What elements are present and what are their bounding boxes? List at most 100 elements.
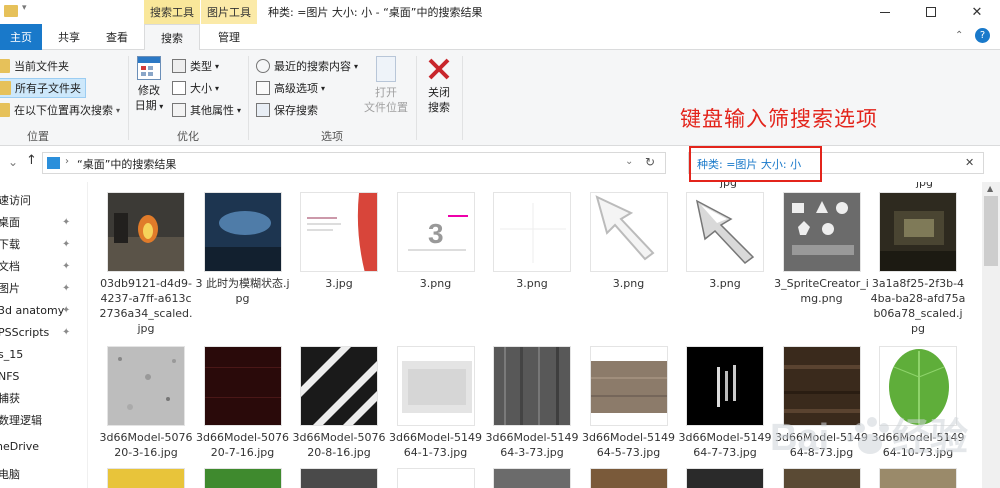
size-icon	[172, 81, 186, 95]
open-file-location-button[interactable]: 打开 文件位置	[362, 56, 410, 115]
kind-label: 类型	[190, 60, 212, 73]
file-thumbnail[interactable]	[686, 468, 764, 488]
file-thumbnail[interactable]	[203, 468, 282, 488]
thumbnail-art	[108, 193, 184, 271]
recent-searches-label: 最近的搜索内容	[274, 60, 351, 73]
file-thumbnail[interactable]	[493, 468, 571, 488]
nav-item[interactable]: 数理逻辑	[0, 410, 87, 432]
address-dropdown-icon[interactable]: ⌄	[625, 156, 633, 167]
size-button[interactable]: 大小 ▾	[172, 78, 219, 98]
context-tab-search-tools[interactable]: 搜索工具	[144, 0, 200, 24]
file-thumbnail[interactable]	[782, 468, 861, 488]
nav-item-label: 桌面	[0, 216, 20, 229]
clear-search-icon[interactable]: ✕	[965, 156, 974, 169]
group-label-location: 位置	[27, 130, 49, 143]
file-thumbnail	[589, 346, 668, 426]
pin-icon: ✦	[62, 239, 71, 250]
nav-item[interactable]: neDrive	[0, 436, 87, 458]
nav-item[interactable]: 图片 ✦	[0, 278, 87, 300]
current-folder-button[interactable]: 当前文件夹	[0, 56, 69, 76]
address-bar[interactable]: › “桌面”中的搜索结果 ⌄ ↻	[42, 152, 666, 174]
title-bar: ▾ 搜索工具 图片工具 种类: =图片 大小: 小 - “桌面”中的搜索结果 ✕	[0, 0, 1000, 24]
folder-search-icon	[0, 103, 10, 117]
save-search-button[interactable]: 保存搜索	[256, 100, 318, 120]
nav-item-label: NFS	[0, 370, 20, 383]
minimize-icon	[880, 11, 890, 13]
nav-item-label: 数理逻辑	[0, 414, 42, 427]
file-name: 3.png	[516, 277, 548, 290]
breadcrumb-chevron-icon: ›	[65, 156, 69, 167]
scroll-up-icon[interactable]: ▲	[987, 184, 993, 193]
file-name: 3.png	[419, 277, 452, 290]
tab-share[interactable]: 共享	[46, 24, 92, 50]
file-name: 3d66Model-514964-3-73.jpg	[485, 431, 579, 459]
file-name: 3.png	[709, 277, 741, 290]
recent-locations-chevron-icon[interactable]: ⌄	[8, 155, 18, 169]
nav-item[interactable]: 捕获	[0, 388, 87, 410]
tab-view[interactable]: 查看	[94, 24, 140, 50]
nav-item[interactable]: 3d anatomy ✦	[0, 300, 87, 322]
close-search-label-2: 搜索	[428, 101, 450, 114]
file-thumbnail[interactable]	[589, 468, 668, 488]
file-name: 3d66Model-507620-7-16.jpg	[196, 431, 289, 459]
search-again-in-button[interactable]: 在以下位置再次搜索 ▾	[0, 100, 120, 120]
date-modified-button[interactable]: 修改 日期 ▾	[134, 56, 164, 114]
nav-item[interactable]: s_15	[0, 344, 87, 366]
advanced-options-button[interactable]: 高级选项 ▾	[256, 78, 325, 98]
file-thumbnail	[300, 192, 378, 272]
file-name: 3d66Model-514964-1-73.jpg	[389, 431, 482, 459]
tab-manage[interactable]: 管理	[203, 24, 255, 50]
file-thumbnail	[879, 192, 957, 272]
file-thumbnail[interactable]	[300, 468, 378, 488]
nav-item[interactable]: 下载 ✦	[0, 234, 87, 256]
close-window-button[interactable]: ✕	[954, 0, 1000, 24]
tab-search[interactable]: 搜索	[144, 24, 200, 51]
address-path: “桌面”中的搜索结果	[77, 158, 177, 171]
thumbnail-art	[590, 347, 667, 425]
group-divider	[128, 56, 129, 140]
pin-icon: ✦	[62, 327, 71, 338]
refresh-icon[interactable]: ↻	[645, 155, 655, 169]
other-properties-button[interactable]: 其他属性 ▾	[172, 100, 241, 120]
all-subfolders-button[interactable]: 所有子文件夹	[0, 78, 86, 98]
folder-icon	[4, 5, 18, 17]
minimize-button[interactable]	[862, 0, 908, 24]
thumbnail-art	[204, 193, 281, 271]
date-modified-label-1: 修改	[138, 84, 160, 97]
file-thumbnail[interactable]	[107, 468, 185, 488]
nav-item-label: 文档	[0, 260, 20, 273]
nav-item-label: s_15	[0, 348, 24, 361]
maximize-button[interactable]	[908, 0, 954, 24]
kind-icon	[172, 59, 186, 73]
file-thumbnail	[203, 346, 282, 426]
close-search-button[interactable]: 关闭 搜索	[422, 56, 456, 115]
recent-search-icon	[256, 59, 270, 73]
thumbnail-art	[108, 347, 184, 425]
file-thumbnail[interactable]	[396, 468, 475, 488]
kind-button[interactable]: 类型 ▾	[172, 56, 219, 76]
calendar-icon	[137, 56, 161, 80]
pin-icon: ✦	[62, 305, 71, 316]
nav-item[interactable]: NFS	[0, 366, 87, 388]
nav-item[interactable]: 桌面 ✦	[0, 212, 87, 234]
tab-home[interactable]: 主页	[0, 24, 42, 50]
file-name: 3d66Model-507620-3-16.jpg	[99, 431, 193, 459]
nav-item[interactable]: 电脑	[0, 464, 87, 486]
help-icon[interactable]: ?	[975, 28, 990, 43]
search-again-in-label: 在以下位置再次搜索	[14, 104, 113, 117]
nav-item[interactable]: 速访问	[0, 190, 87, 212]
file-thumbnail[interactable]	[879, 468, 957, 488]
scrollbar-thumb[interactable]	[984, 196, 998, 266]
quick-access-toolbar-dropdown-icon[interactable]: ▾	[22, 3, 27, 13]
up-arrow-icon[interactable]: ↑	[26, 153, 37, 168]
nav-item[interactable]: PSScripts ✦	[0, 322, 87, 344]
nav-item[interactable]: 文档 ✦	[0, 256, 87, 278]
advanced-options-label: 高级选项	[274, 82, 318, 95]
file-thumbnail	[686, 192, 764, 272]
ribbon-collapse-icon[interactable]: ⌃	[955, 30, 963, 41]
context-tab-picture-tools[interactable]: 图片工具	[201, 0, 257, 24]
all-subfolders-label: 所有子文件夹	[15, 82, 81, 95]
group-label-refine: 优化	[177, 130, 199, 143]
recent-searches-button[interactable]: 最近的搜索内容 ▾	[256, 56, 358, 76]
size-label: 大小	[190, 82, 212, 95]
